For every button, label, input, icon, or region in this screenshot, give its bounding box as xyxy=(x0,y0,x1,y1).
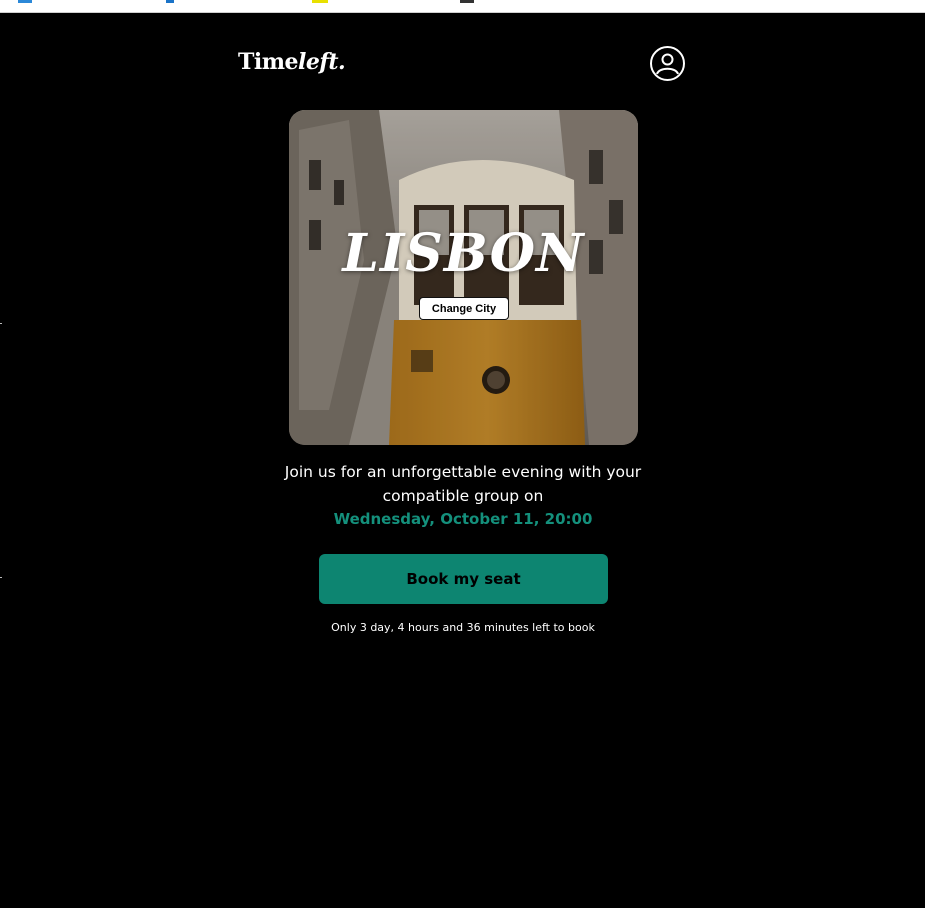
logo-left-text: left. xyxy=(298,49,346,75)
timeleft-logo[interactable]: Timeleft. xyxy=(238,49,346,75)
booking-countdown: Only 3 day, 4 hours and 36 minutes left … xyxy=(331,621,595,634)
user-circle-icon xyxy=(656,53,679,75)
edge-marker xyxy=(0,577,2,578)
city-name: LISBON xyxy=(342,223,585,284)
bookmark-icon[interactable] xyxy=(166,0,174,3)
book-seat-button[interactable]: Book my seat xyxy=(319,554,608,604)
change-city-button[interactable]: Change City xyxy=(419,297,509,320)
invite-text: Join us for an unforgettable evening wit… xyxy=(284,463,642,505)
city-hero-card: LISBON Change City xyxy=(289,110,638,445)
bookmark-icon[interactable] xyxy=(460,0,474,3)
bookmark-icon[interactable] xyxy=(312,0,328,3)
browser-bookmarks-strip xyxy=(0,0,925,13)
profile-button[interactable] xyxy=(650,46,685,81)
logo-time-text: Time xyxy=(238,49,299,75)
edge-marker xyxy=(0,323,2,324)
event-date: Wednesday, October 11, 20:00 xyxy=(333,510,593,528)
bookmark-icon[interactable] xyxy=(18,0,32,3)
